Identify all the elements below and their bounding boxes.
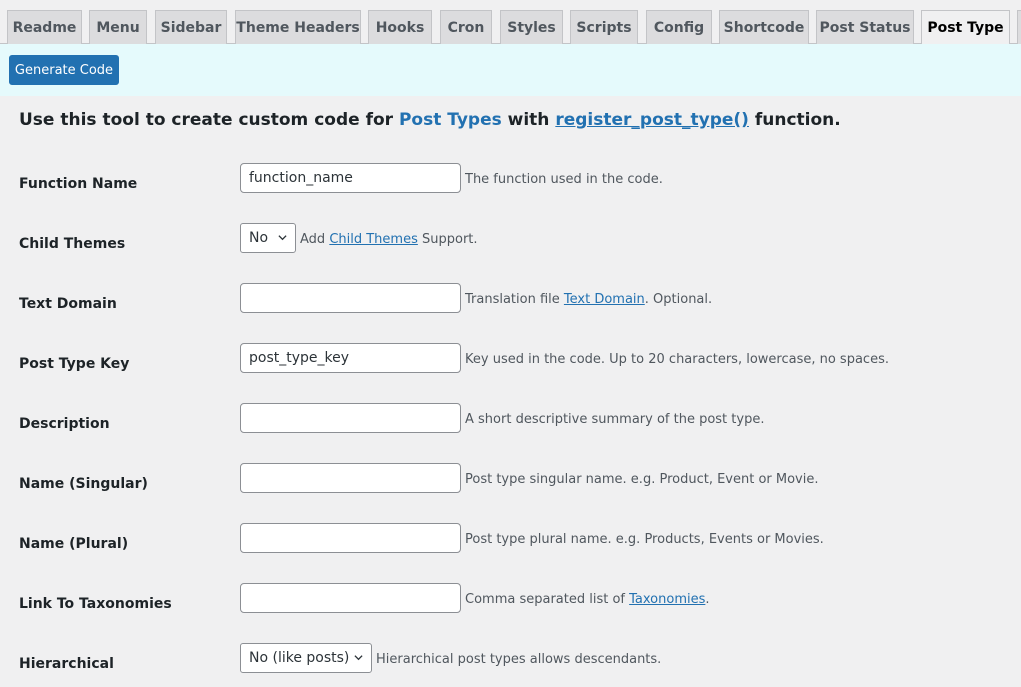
row-function-name: Function Name function_name The function… bbox=[0, 163, 1021, 230]
taxonomies-desc-pre: Comma separated list of bbox=[465, 592, 630, 607]
name-plural-label: Name (Plural) bbox=[19, 536, 129, 552]
tab-shortcode[interactable]: Shortcode bbox=[719, 10, 809, 44]
function-name-label: Function Name bbox=[19, 176, 138, 192]
name-plural-desc: Post type plural name. e.g. Products, Ev… bbox=[465, 532, 824, 547]
child-themes-desc-post: Support. bbox=[417, 232, 478, 247]
row-hierarchical: Hierarchical No (like posts) Hierarchica… bbox=[0, 643, 1021, 687]
register-post-type-link[interactable]: register_post_type() bbox=[555, 110, 749, 130]
toolbar: Generate Code bbox=[0, 44, 1021, 96]
child-themes-link[interactable]: Child Themes bbox=[329, 232, 418, 247]
description-label: Description bbox=[19, 416, 110, 432]
child-themes-value: No bbox=[249, 230, 269, 246]
row-text-domain: Text Domain Translation file Text Domain… bbox=[0, 283, 1021, 350]
intro-suffix: function. bbox=[748, 110, 841, 130]
child-themes-desc: Add Child Themes Support. bbox=[300, 232, 478, 247]
text-domain-desc-post: . Optional. bbox=[644, 292, 713, 307]
taxonomies-desc: Comma separated list of Taxonomies. bbox=[465, 592, 710, 607]
tab-menu[interactable]: Menu bbox=[89, 10, 147, 44]
name-singular-desc: Post type singular name. e.g. Product, E… bbox=[465, 472, 819, 487]
function-name-input[interactable]: function_name bbox=[240, 163, 461, 193]
name-singular-input[interactable] bbox=[240, 463, 461, 493]
hierarchical-label: Hierarchical bbox=[19, 656, 114, 672]
row-post-type-key: Post Type Key post_type_key Key used in … bbox=[0, 343, 1021, 410]
row-description: Description A short descriptive summary … bbox=[0, 403, 1021, 470]
tab-scripts[interactable]: Scripts bbox=[570, 10, 638, 44]
hierarchical-desc: Hierarchical post types allows descendan… bbox=[376, 652, 662, 667]
tab-theme-headers[interactable]: Theme Headers bbox=[235, 10, 361, 44]
tab-sidebar[interactable]: Sidebar bbox=[155, 10, 227, 44]
tab-styles[interactable]: Styles bbox=[500, 10, 563, 44]
tab-cron[interactable]: Cron bbox=[440, 10, 492, 44]
post-types-link[interactable]: Post Types bbox=[399, 110, 502, 130]
post-type-key-label: Post Type Key bbox=[19, 356, 130, 372]
child-themes-label: Child Themes bbox=[19, 236, 126, 252]
tab-post-status[interactable]: Post Status bbox=[816, 10, 914, 44]
row-taxonomies: Link To Taxonomies Comma separated list … bbox=[0, 583, 1021, 650]
description-desc: A short descriptive summary of the post … bbox=[465, 412, 765, 427]
text-domain-label: Text Domain bbox=[19, 296, 117, 312]
text-domain-desc-pre: Translation file bbox=[465, 292, 564, 307]
post-type-key-desc: Key used in the code. Up to 20 character… bbox=[465, 352, 889, 367]
tab-config[interactable]: Config bbox=[646, 10, 712, 44]
page-intro: Use this tool to create custom code for … bbox=[19, 110, 841, 130]
text-domain-link[interactable]: Text Domain bbox=[564, 292, 645, 307]
taxonomies-label: Link To Taxonomies bbox=[19, 596, 172, 612]
tab-bar: Readme Menu Sidebar Theme Headers Hooks … bbox=[0, 0, 1021, 45]
name-plural-input[interactable] bbox=[240, 523, 461, 553]
row-child-themes: Child Themes No Add Child Themes Support… bbox=[0, 223, 1021, 290]
tab-post-type[interactable]: Post Type bbox=[921, 10, 1010, 45]
post-type-key-input[interactable]: post_type_key bbox=[240, 343, 461, 373]
tab-hooks[interactable]: Hooks bbox=[368, 10, 432, 44]
text-domain-desc: Translation file Text Domain. Optional. bbox=[465, 292, 712, 307]
intro-prefix: Use this tool to create custom code for bbox=[19, 110, 399, 130]
function-name-desc: The function used in the code. bbox=[465, 172, 663, 187]
intro-middle: with bbox=[501, 110, 556, 130]
chevron-down-icon bbox=[278, 235, 287, 241]
hierarchical-value: No (like posts) bbox=[249, 650, 350, 666]
tab-overflow[interactable] bbox=[1017, 10, 1021, 44]
tab-readme[interactable]: Readme bbox=[7, 10, 82, 44]
generate-code-button[interactable]: Generate Code bbox=[9, 55, 119, 85]
taxonomies-link[interactable]: Taxonomies bbox=[629, 592, 705, 607]
name-singular-label: Name (Singular) bbox=[19, 476, 148, 492]
row-name-singular: Name (Singular) Post type singular name.… bbox=[0, 463, 1021, 530]
row-name-plural: Name (Plural) Post type plural name. e.g… bbox=[0, 523, 1021, 590]
taxonomies-input[interactable] bbox=[240, 583, 461, 613]
child-themes-select[interactable]: No bbox=[240, 223, 296, 253]
taxonomies-desc-post: . bbox=[705, 592, 710, 607]
hierarchical-select[interactable]: No (like posts) bbox=[240, 643, 372, 673]
text-domain-input[interactable] bbox=[240, 283, 461, 313]
chevron-down-icon bbox=[354, 655, 363, 661]
child-themes-desc-pre: Add bbox=[300, 232, 330, 247]
description-input[interactable] bbox=[240, 403, 461, 433]
